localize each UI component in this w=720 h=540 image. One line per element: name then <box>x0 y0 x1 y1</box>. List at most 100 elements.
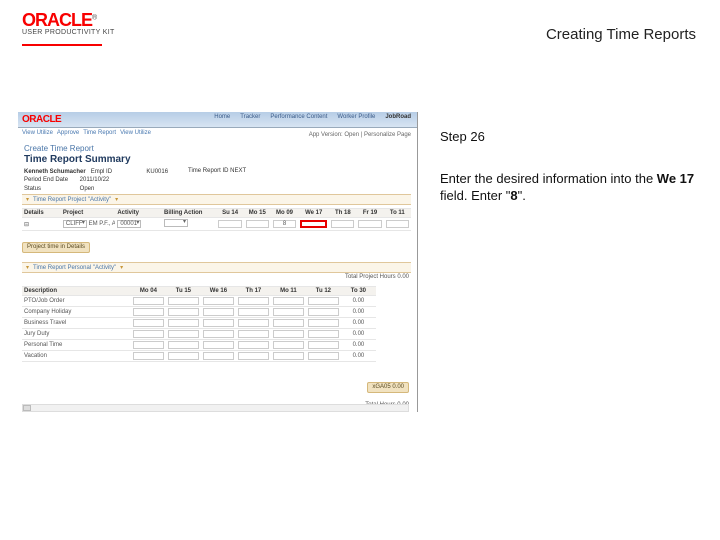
step-title: Step 26 <box>440 128 700 146</box>
cell[interactable] <box>273 352 304 360</box>
cell[interactable] <box>238 297 269 305</box>
row-total: 0.00 <box>341 307 376 318</box>
subtotal-chip: xGA05 0.00 <box>367 382 409 393</box>
tab-performance[interactable]: Performance Content <box>270 114 327 120</box>
desc: Personal Time <box>22 340 131 351</box>
col-th18: Th 18 <box>329 209 356 218</box>
cell[interactable] <box>133 352 164 360</box>
col-d4: Th 17 <box>236 287 271 296</box>
app-screenshot: ORACLE Home Tracker Performance Content … <box>18 112 418 412</box>
activity-select[interactable]: 00001 <box>117 220 141 228</box>
cell[interactable] <box>203 330 234 338</box>
tab-home[interactable]: Home <box>214 114 230 120</box>
scroll-left-button[interactable] <box>23 405 31 411</box>
tab-tracker[interactable]: Tracker <box>240 114 260 120</box>
cell-mo09[interactable]: 8 <box>271 218 298 231</box>
tab-worker-profile[interactable]: Worker Profile <box>337 114 375 120</box>
cell[interactable] <box>308 330 339 338</box>
desc: Vacation <box>22 351 131 362</box>
col-d2: Tu 15 <box>166 287 201 296</box>
row-delete[interactable]: ⊟ <box>22 218 61 231</box>
cell-th18[interactable] <box>329 218 356 231</box>
cell[interactable] <box>203 352 234 360</box>
cell-we17[interactable] <box>298 218 329 231</box>
crumb-4[interactable]: View Utilize <box>120 130 151 136</box>
col-mo09: Mo 09 <box>271 209 298 218</box>
cell[interactable] <box>133 341 164 349</box>
project-details-button[interactable]: Project time in Details <box>22 242 90 253</box>
cell[interactable] <box>273 341 304 349</box>
cell[interactable] <box>133 319 164 327</box>
cell[interactable] <box>238 330 269 338</box>
time-report-id: Time Report ID NEXT <box>188 168 246 174</box>
crumb-1[interactable]: View Utilize <box>22 130 53 136</box>
cell[interactable] <box>273 330 304 338</box>
cell[interactable] <box>203 297 234 305</box>
emplid-label: Empl ID <box>91 168 145 176</box>
cell[interactable] <box>133 330 164 338</box>
logo-subtitle: USER PRODUCTIVITY KIT <box>22 29 115 36</box>
h-scrollbar[interactable] <box>22 404 409 412</box>
personal-grid: Description Mo 04 Tu 15 We 16 Th 17 Mo 1… <box>22 286 411 362</box>
section-personal-activity[interactable]: ▾ Time Report Personal "Activity" ▾ <box>22 262 411 273</box>
col-to11: To 11 <box>384 209 411 218</box>
cell[interactable] <box>168 352 199 360</box>
cell[interactable] <box>133 297 164 305</box>
project-detail: EM P.F., ALL 11 UM <box>89 221 116 227</box>
input-to11[interactable] <box>386 220 409 228</box>
cell[interactable] <box>168 308 199 316</box>
cell[interactable] <box>133 308 164 316</box>
crumb-3[interactable]: Time Report <box>83 130 116 136</box>
section-project-activity[interactable]: ▾ Time Report Project "Activity" ▾ <box>22 194 411 205</box>
table-row: Company Holiday0.00 <box>22 307 411 318</box>
cell[interactable] <box>273 297 304 305</box>
col-billing: Billing Action <box>162 209 216 218</box>
cell[interactable] <box>308 319 339 327</box>
breadcrumb: View Utilize Approve Time Report View Ut… <box>22 130 151 136</box>
cell[interactable] <box>168 341 199 349</box>
cell[interactable] <box>203 319 234 327</box>
cell[interactable] <box>238 352 269 360</box>
cell-fr19[interactable] <box>356 218 383 231</box>
pedate-label: Period End Date <box>24 176 78 184</box>
cell-to11[interactable] <box>384 218 411 231</box>
cell[interactable] <box>238 319 269 327</box>
cell-su14[interactable] <box>216 218 243 231</box>
cell[interactable] <box>238 341 269 349</box>
col-d1: Mo 04 <box>131 287 166 296</box>
grid-header-row: Details Project Activity Billing Action … <box>22 209 411 218</box>
tab-jobroad[interactable]: JobRoad <box>385 114 411 120</box>
cell[interactable] <box>238 308 269 316</box>
cell[interactable] <box>308 352 339 360</box>
top-tabs: Home Tracker Performance Content Worker … <box>214 114 411 120</box>
col-fr19: Fr 19 <box>356 209 383 218</box>
cell[interactable] <box>203 341 234 349</box>
desc: Jury Duty <box>22 329 131 340</box>
cell[interactable] <box>168 330 199 338</box>
user-line: App Version: Open | Personalize Page <box>309 132 411 138</box>
input-fr19[interactable] <box>358 220 381 228</box>
cell-mo15[interactable] <box>244 218 271 231</box>
project-select[interactable]: CLIFF <box>63 220 87 228</box>
input-mo15[interactable] <box>246 220 269 228</box>
project-grid: Details Project Activity Billing Action … <box>22 208 411 231</box>
summary-meta: Kenneth Schumacher Empl ID KU0016 Period… <box>24 168 168 193</box>
input-th18[interactable] <box>331 220 354 228</box>
row-total: 0.00 <box>341 351 376 362</box>
cell[interactable] <box>168 297 199 305</box>
cell[interactable] <box>273 319 304 327</box>
billing-select[interactable] <box>164 219 188 227</box>
input-mo09[interactable]: 8 <box>273 220 296 228</box>
cell[interactable] <box>203 308 234 316</box>
col-d6: Tu 12 <box>306 287 341 296</box>
cell[interactable] <box>168 319 199 327</box>
crumb-2[interactable]: Approve <box>57 130 79 136</box>
toolbar: Project time in Details <box>22 242 90 253</box>
input-we17[interactable] <box>300 220 327 228</box>
input-su14[interactable] <box>218 220 241 228</box>
cell[interactable] <box>308 308 339 316</box>
cell[interactable] <box>273 308 304 316</box>
cell[interactable] <box>308 341 339 349</box>
mini-logo: ORACLE <box>22 114 61 125</box>
cell[interactable] <box>308 297 339 305</box>
